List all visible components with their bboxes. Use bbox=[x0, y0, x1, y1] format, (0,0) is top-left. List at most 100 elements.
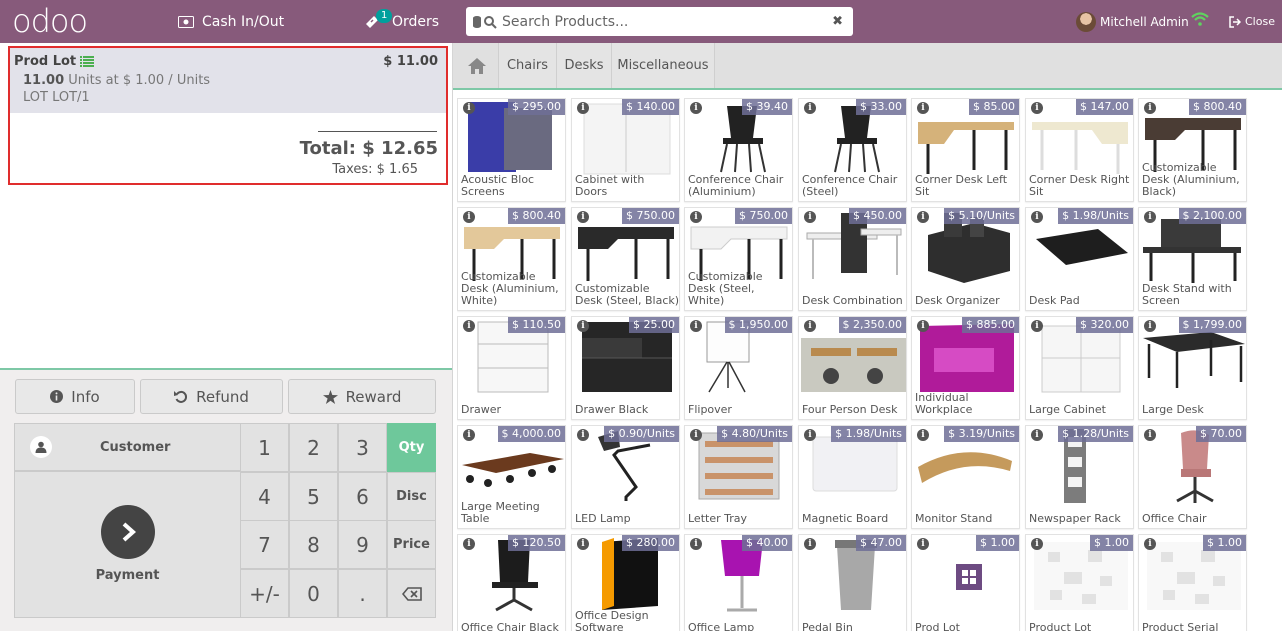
product-info-icon[interactable]: i bbox=[917, 320, 929, 332]
product-info-icon[interactable]: i bbox=[690, 211, 702, 223]
numpad-key-7[interactable]: 7 bbox=[240, 520, 289, 569]
product-info-icon[interactable]: i bbox=[1144, 429, 1156, 441]
category-miscellaneous[interactable]: Miscellaneous bbox=[611, 43, 715, 88]
info-button[interactable]: Info bbox=[15, 379, 135, 414]
product-info-icon[interactable]: i bbox=[690, 320, 702, 332]
product-info-icon[interactable]: i bbox=[1144, 320, 1156, 332]
product-info-icon[interactable]: i bbox=[804, 538, 816, 550]
product-info-icon[interactable]: i bbox=[917, 429, 929, 441]
category-desks[interactable]: Desks bbox=[556, 43, 611, 88]
product-info-icon[interactable]: i bbox=[463, 538, 475, 550]
product-info-icon[interactable]: i bbox=[463, 320, 475, 332]
product-card[interactable]: i $ 120.50 Office Chair Black bbox=[457, 534, 566, 631]
product-card[interactable]: i $ 1.98/Units Desk Pad bbox=[1025, 207, 1134, 311]
product-card[interactable]: i $ 40.00 Office Lamp bbox=[684, 534, 793, 631]
product-info-icon[interactable]: i bbox=[463, 102, 475, 114]
product-card[interactable]: i $ 4,000.00 Large Meeting Table bbox=[457, 425, 566, 529]
price-mode-button[interactable]: Price bbox=[387, 520, 436, 569]
lot-list-icon[interactable] bbox=[80, 56, 95, 67]
product-info-icon[interactable]: i bbox=[1031, 211, 1043, 223]
product-card[interactable]: i $ 3.19/Units Monitor Stand bbox=[911, 425, 1020, 529]
product-card[interactable]: i $ 0.90/Units LED Lamp bbox=[571, 425, 680, 529]
product-info-icon[interactable]: i bbox=[917, 538, 929, 550]
qty-mode-button[interactable]: Qty bbox=[387, 423, 436, 472]
product-card[interactable]: i $ 147.00 Corner Desk Right Sit bbox=[1025, 98, 1134, 202]
product-info-icon[interactable]: i bbox=[577, 102, 589, 114]
product-card[interactable]: i $ 70.00 Office Chair bbox=[1138, 425, 1247, 529]
product-card[interactable]: i $ 1.00 Product Serial bbox=[1138, 534, 1247, 631]
product-card[interactable]: i $ 47.00 Pedal Bin bbox=[798, 534, 907, 631]
product-info-icon[interactable]: i bbox=[804, 102, 816, 114]
product-info-icon[interactable]: i bbox=[804, 320, 816, 332]
product-card[interactable]: i $ 1.98/Units Magnetic Board bbox=[798, 425, 907, 529]
product-card[interactable]: i $ 33.00 Conference Chair (Steel) bbox=[798, 98, 907, 202]
product-card[interactable]: i $ 4.80/Units Letter Tray bbox=[684, 425, 793, 529]
product-info-icon[interactable]: i bbox=[577, 211, 589, 223]
numpad-key-2[interactable]: 2 bbox=[289, 423, 338, 472]
numpad-key-4[interactable]: 4 bbox=[240, 472, 289, 521]
product-card[interactable]: i $ 280.00 Office Design Software bbox=[571, 534, 680, 631]
product-card[interactable]: i $ 800.40 Customizable Desk (Aluminium, W… bbox=[457, 207, 566, 311]
product-info-icon[interactable]: i bbox=[1031, 102, 1043, 114]
product-info-icon[interactable]: i bbox=[463, 429, 475, 441]
orders-button[interactable]: 1 Orders bbox=[364, 0, 439, 43]
product-card[interactable]: i $ 2,100.00 Desk Stand with Screen bbox=[1138, 207, 1247, 311]
close-button[interactable]: Close bbox=[1229, 0, 1275, 43]
product-info-icon[interactable]: i bbox=[577, 429, 589, 441]
category-chairs[interactable]: Chairs bbox=[498, 43, 556, 88]
product-info-icon[interactable]: i bbox=[690, 538, 702, 550]
clear-search-icon[interactable]: ✖ bbox=[832, 14, 843, 29]
product-card[interactable]: i $ 140.00 Cabinet with Doors bbox=[571, 98, 680, 202]
product-info-icon[interactable]: i bbox=[1031, 538, 1043, 550]
home-category-button[interactable] bbox=[457, 43, 497, 88]
product-card[interactable]: i $ 450.00 Desk Combination bbox=[798, 207, 907, 311]
numpad-key-8[interactable]: 8 bbox=[289, 520, 338, 569]
payment-button[interactable]: Payment bbox=[14, 471, 241, 618]
reward-button[interactable]: Reward bbox=[288, 379, 436, 414]
product-card[interactable]: i $ 1.00 Prod Lot bbox=[911, 534, 1020, 631]
numpad-key-5[interactable]: 5 bbox=[289, 472, 338, 521]
numpad-key-6[interactable]: 6 bbox=[338, 472, 387, 521]
product-info-icon[interactable]: i bbox=[1144, 538, 1156, 550]
product-card[interactable]: i $ 1.28/Units Newspaper Rack bbox=[1025, 425, 1134, 529]
numpad-key-plus-minus[interactable]: +/- bbox=[240, 569, 289, 618]
product-card[interactable]: i $ 750.00 Customizable Desk (Steel, Black… bbox=[571, 207, 680, 311]
product-info-icon[interactable]: i bbox=[1031, 429, 1043, 441]
product-card[interactable]: i $ 320.00 Large Cabinet bbox=[1025, 316, 1134, 420]
product-info-icon[interactable]: i bbox=[1144, 211, 1156, 223]
product-info-icon[interactable]: i bbox=[917, 211, 929, 223]
user-menu[interactable]: Mitchell Admin bbox=[1076, 0, 1189, 43]
disc-mode-button[interactable]: Disc bbox=[387, 472, 436, 521]
numpad-key-0[interactable]: 0 bbox=[289, 569, 338, 618]
product-info-icon[interactable]: i bbox=[690, 102, 702, 114]
product-card[interactable]: i $ 800.40 Customizable Desk (Aluminium, B… bbox=[1138, 98, 1247, 202]
product-card[interactable]: i $ 1,950.00 Flipover bbox=[684, 316, 793, 420]
numpad-key-1[interactable]: 1 bbox=[240, 423, 289, 472]
product-card[interactable]: i $ 885.00 Individual Workplace bbox=[911, 316, 1020, 420]
order-line[interactable]: Prod Lot $ 11.00 11.00 Units at $ 1.00 /… bbox=[10, 48, 446, 113]
product-card[interactable]: i $ 750.00 Customizable Desk (Steel, White… bbox=[684, 207, 793, 311]
search-input[interactable] bbox=[502, 13, 833, 30]
product-card[interactable]: i $ 110.50 Drawer bbox=[457, 316, 566, 420]
product-card[interactable]: i $ 5.10/Units Desk Organizer bbox=[911, 207, 1020, 311]
refund-button[interactable]: Refund bbox=[140, 379, 283, 414]
product-info-icon[interactable]: i bbox=[463, 211, 475, 223]
product-card[interactable]: i $ 1.00 Product Lot bbox=[1025, 534, 1134, 631]
product-info-icon[interactable]: i bbox=[804, 211, 816, 223]
product-card[interactable]: i $ 1,799.00 Large Desk bbox=[1138, 316, 1247, 420]
cash-in-out-button[interactable]: Cash In/Out bbox=[178, 0, 284, 43]
product-info-icon[interactable]: i bbox=[577, 538, 589, 550]
product-card[interactable]: i $ 85.00 Corner Desk Left Sit bbox=[911, 98, 1020, 202]
product-info-icon[interactable]: i bbox=[917, 102, 929, 114]
numpad-key-decimal[interactable]: . bbox=[338, 569, 387, 618]
product-card[interactable]: i $ 25.00 Drawer Black bbox=[571, 316, 680, 420]
product-card[interactable]: i $ 295.00 Acoustic Bloc Screens bbox=[457, 98, 566, 202]
product-card[interactable]: i $ 2,350.00 Four Person Desk bbox=[798, 316, 907, 420]
product-info-icon[interactable]: i bbox=[804, 429, 816, 441]
product-info-icon[interactable]: i bbox=[577, 320, 589, 332]
customer-button[interactable]: Customer bbox=[14, 423, 241, 471]
product-card[interactable]: i $ 39.40 Conference Chair (Aluminium) bbox=[684, 98, 793, 202]
product-info-icon[interactable]: i bbox=[690, 429, 702, 441]
backspace-button[interactable] bbox=[387, 569, 436, 618]
wifi-icon[interactable] bbox=[1191, 12, 1209, 26]
